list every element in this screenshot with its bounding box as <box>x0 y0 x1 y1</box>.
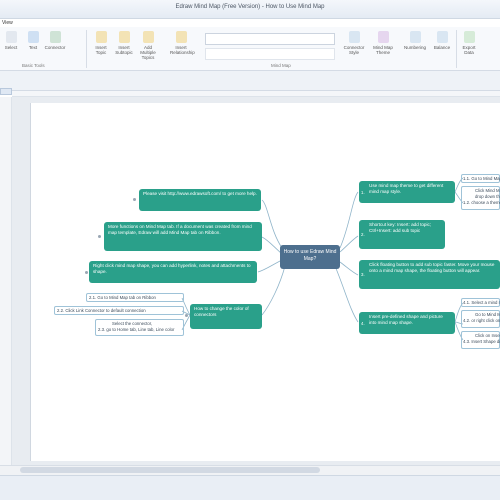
connector-line <box>261 265 286 316</box>
subtopic-text: 1.1. Go to Mind Map tab <box>463 176 500 181</box>
topic-mind-map-theme[interactable]: 1. Use mind map theme to get different mi… <box>359 181 455 203</box>
subtopic-text: 2.3. go to Home tab, Line tab, Line colo… <box>98 327 175 332</box>
topic-text: Shortcut key: Insert: add topic; Ctrl+In… <box>369 222 432 233</box>
subtopic-text: Click on Insert Shape <box>475 333 500 338</box>
central-topic-text: How to use Edraw Mind Map? <box>283 249 337 262</box>
connector-line <box>339 235 359 253</box>
connector-line <box>339 191 359 249</box>
subtopic-text: 4.3. Insert Shape dialog <box>463 339 500 344</box>
connector-line <box>257 259 283 273</box>
topic-number: 4. <box>361 321 365 326</box>
subtopic-text: drop down the <box>475 194 500 199</box>
connector-line <box>334 265 359 323</box>
topic-marker <box>85 271 88 274</box>
status-bar <box>0 475 500 500</box>
topic-number: 2. <box>361 232 365 237</box>
topic-floating-button[interactable]: 3. Click floating button to add sub topic… <box>359 260 500 289</box>
topic-text: Use mind map theme to get different mind… <box>369 183 444 194</box>
topic-marker <box>98 235 101 238</box>
subtopic-text: 2.2. Click Link Connector to default con… <box>57 308 146 313</box>
topic-number: 1. <box>361 190 365 195</box>
subtopic-text: Click Mind Map Theme, <box>475 188 500 193</box>
central-topic[interactable]: How to use Edraw Mind Map? <box>280 245 340 269</box>
topic-visit-website[interactable]: Please visit http://www.edrawsoft.com/ t… <box>139 189 261 211</box>
topic-marker <box>185 314 188 317</box>
subtopic-text: Go to Mind Map tab <box>475 312 500 317</box>
connector-line <box>261 199 283 249</box>
topic-text: More functions on Mind Map tab. If a doc… <box>108 224 252 235</box>
subtopic-text: 4.2. or right click on shape <box>463 318 500 323</box>
connector-line <box>339 261 359 276</box>
topic-more-functions[interactable]: More functions on Mind Map tab. If a doc… <box>104 222 262 251</box>
topic-text: How to change the color of connectors <box>194 306 249 317</box>
subtopic-text: Select the connector, <box>112 321 153 326</box>
subtopic-text: 4.1. Select a mind map shape <box>463 300 500 305</box>
topic-number: 3. <box>361 272 365 277</box>
scrollbar-thumb[interactable] <box>20 467 320 473</box>
topic-text: Please visit http://www.edrawsoft.com/ t… <box>143 191 257 196</box>
topic-text: Right click mind map shape, you can add … <box>93 263 251 274</box>
subtopic-text: 1.2. choose a theme <box>463 200 500 205</box>
topic-change-connector-color[interactable]: How to change the color of connectors <box>190 304 262 329</box>
topic-insert-shape[interactable]: 4. Insert pre-defined shape and picture i… <box>359 312 455 334</box>
topic-shortcut-key[interactable]: 2. Shortcut key: Insert: add topic; Ctrl+… <box>359 220 445 249</box>
topic-marker <box>133 198 136 201</box>
connector-line <box>261 236 283 255</box>
topic-text: Click floating button to add sub topic f… <box>369 262 495 273</box>
topic-right-click[interactable]: Right click mind map shape, you can add … <box>89 261 257 283</box>
subtopic-text: 2.1. Go to Mind Map tab on Ribbon <box>89 295 156 300</box>
topic-text: Insert pre-defined shape and picture int… <box>369 314 443 325</box>
